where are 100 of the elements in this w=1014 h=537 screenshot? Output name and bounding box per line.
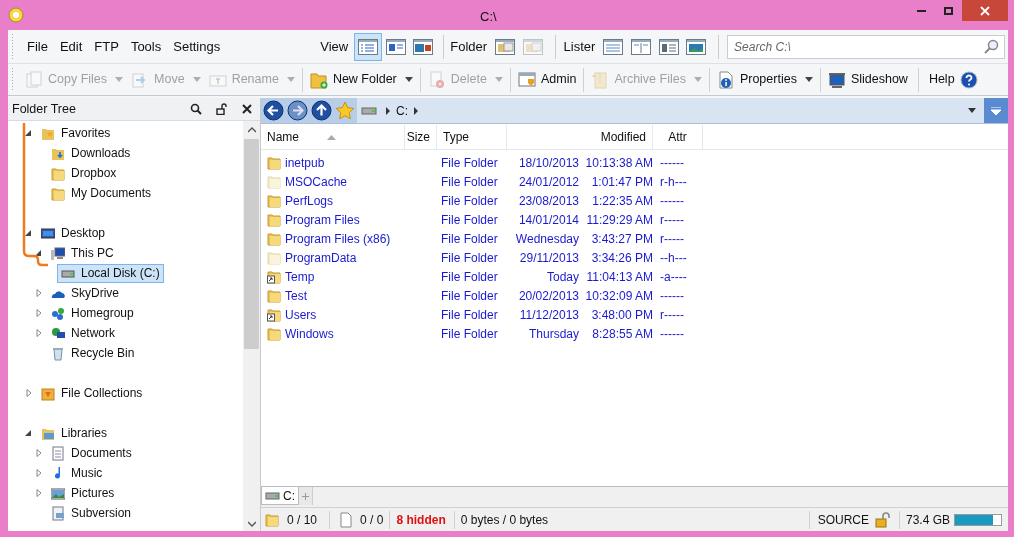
scrollbar[interactable]: [243, 121, 260, 531]
tree-item[interactable]: Network: [47, 323, 119, 343]
view-button[interactable]: [354, 32, 382, 61]
tree-item[interactable]: Subversion: [47, 503, 136, 523]
tree-item[interactable]: Documents: [47, 443, 136, 463]
caret-icon[interactable]: [404, 77, 413, 82]
table-cell-text: 11/12/2013: [518, 306, 579, 324]
table-cell-text: r-h---: [659, 173, 688, 191]
collapse-arrow-icon[interactable]: [24, 428, 34, 438]
collapse-arrow-icon[interactable]: [34, 248, 44, 258]
collapse-arrow-icon[interactable]: [24, 228, 34, 238]
expand-arrow-icon[interactable]: [24, 388, 34, 398]
close-icon[interactable]: [242, 104, 252, 114]
menu-item[interactable]: File: [20, 36, 54, 57]
back-icon[interactable]: [263, 100, 284, 121]
column-header[interactable]: Name: [261, 125, 405, 149]
unlock-icon[interactable]: [216, 103, 228, 115]
expand-arrow-icon[interactable]: [34, 468, 44, 478]
tree-item[interactable]: File Collections: [37, 383, 147, 403]
forward-icon[interactable]: [287, 100, 308, 121]
file-name[interactable]: PerfLogs: [285, 191, 334, 210]
tree-item[interactable]: Recycle Bin: [47, 343, 139, 363]
new-folder-icon: [309, 70, 328, 89]
table-cell-text: 1:01:47 PM: [590, 173, 653, 191]
computer-icon: [51, 245, 65, 261]
tree-item[interactable]: Favorites: [37, 123, 115, 143]
table-cell-text: File Folder: [440, 325, 499, 343]
table-cell-text: ------: [659, 154, 685, 172]
file-name[interactable]: Users: [285, 305, 317, 324]
lister-tab[interactable]: C:: [261, 487, 299, 505]
toolbar-button[interactable]: New Folder: [305, 65, 401, 94]
properties-icon: [716, 70, 735, 89]
up-icon[interactable]: [311, 100, 332, 121]
file-name[interactable]: inetpub: [285, 153, 325, 172]
table-cell-text: ------: [659, 287, 685, 305]
tree-item[interactable]: Pictures: [47, 483, 119, 503]
delete-icon: [427, 70, 446, 89]
window-title: C:\: [480, 8, 497, 26]
table-cell-text: File Folder: [440, 173, 499, 191]
file-name[interactable]: Program Files: [285, 210, 360, 229]
chevron-icon[interactable]: [385, 106, 391, 115]
table-cell-text: File Folder: [440, 287, 499, 305]
expand-arrow-icon[interactable]: [34, 308, 44, 318]
search-icon[interactable]: [190, 103, 202, 115]
people-icon: [51, 305, 65, 321]
expand-arrow-icon[interactable]: [34, 328, 44, 338]
search-field[interactable]: Search C:\: [727, 34, 1005, 59]
table-cell-text: 20/02/2013: [517, 287, 579, 305]
table-cell-text: 11:29:29 AM: [585, 211, 653, 229]
menu-item[interactable]: Edit: [53, 36, 89, 57]
close-button[interactable]: [962, 0, 1008, 21]
lister-mode: SOURCE: [808, 510, 875, 529]
column-header[interactable]: Modified: [507, 125, 653, 149]
network-icon: [51, 325, 65, 341]
toolbar-button[interactable]: Admin: [513, 65, 581, 94]
table-cell-text: 10:32:09 AM: [584, 287, 653, 305]
collapse-arrow-icon[interactable]: [24, 128, 34, 138]
expand-arrow-icon[interactable]: [34, 288, 44, 298]
tree-item[interactable]: My Documents: [47, 183, 156, 203]
tree-item[interactable]: Desktop: [37, 223, 110, 243]
tree-item[interactable]: SkyDrive: [47, 283, 123, 303]
tree-item[interactable]: Local Disk (C:): [57, 263, 164, 283]
column-header[interactable]: Type: [437, 125, 507, 149]
selection-size: 0 bytes / 0 bytes: [460, 511, 549, 529]
tree-item[interactable]: Downloads: [47, 143, 135, 163]
toolbar-button[interactable]: Slideshow: [823, 65, 912, 94]
file-name[interactable]: ProgramData: [285, 248, 357, 267]
toolbar-button[interactable]: Properties: [712, 65, 801, 94]
help-button[interactable]: Help: [924, 70, 982, 89]
expand-arrow-icon[interactable]: [34, 448, 44, 458]
file-name[interactable]: Windows: [285, 324, 334, 343]
folder-icon: [267, 212, 281, 227]
filter-button[interactable]: [984, 98, 1008, 123]
file-name[interactable]: MSOCache: [285, 172, 348, 191]
tree-item[interactable]: This PC: [47, 243, 118, 263]
new-tab-button[interactable]: [299, 487, 313, 505]
table-cell-text: 24/01/2012: [517, 173, 579, 191]
plus-icon: [302, 492, 309, 500]
tree-item[interactable]: Music: [47, 463, 107, 483]
file-name[interactable]: Test: [285, 286, 307, 305]
star-icon[interactable]: [335, 100, 355, 121]
column-header[interactable]: Attr: [653, 125, 703, 149]
menu-item[interactable]: Settings: [167, 36, 227, 57]
projector-screen-icon: [827, 70, 846, 89]
menu-item[interactable]: Tools: [124, 36, 168, 57]
folder-icon: [267, 155, 281, 170]
tree-item[interactable]: Dropbox: [47, 163, 121, 183]
folder-icon: [265, 512, 279, 527]
chevron-icon[interactable]: [413, 106, 419, 115]
column-header[interactable]: Size: [405, 125, 437, 149]
table-cell-text: File Folder: [440, 154, 499, 172]
expand-arrow-icon[interactable]: [34, 488, 44, 498]
tree-item[interactable]: Libraries: [37, 423, 112, 443]
dropdown-arrow-icon[interactable]: [968, 108, 976, 113]
file-name[interactable]: Program Files (x86): [285, 229, 391, 248]
menu-item[interactable]: FTP: [88, 36, 125, 57]
caret-icon[interactable]: [804, 77, 813, 82]
tree-item[interactable]: Homegroup: [47, 303, 138, 323]
breadcrumb-item[interactable]: C:: [391, 101, 413, 120]
file-name[interactable]: Temp: [285, 267, 315, 286]
